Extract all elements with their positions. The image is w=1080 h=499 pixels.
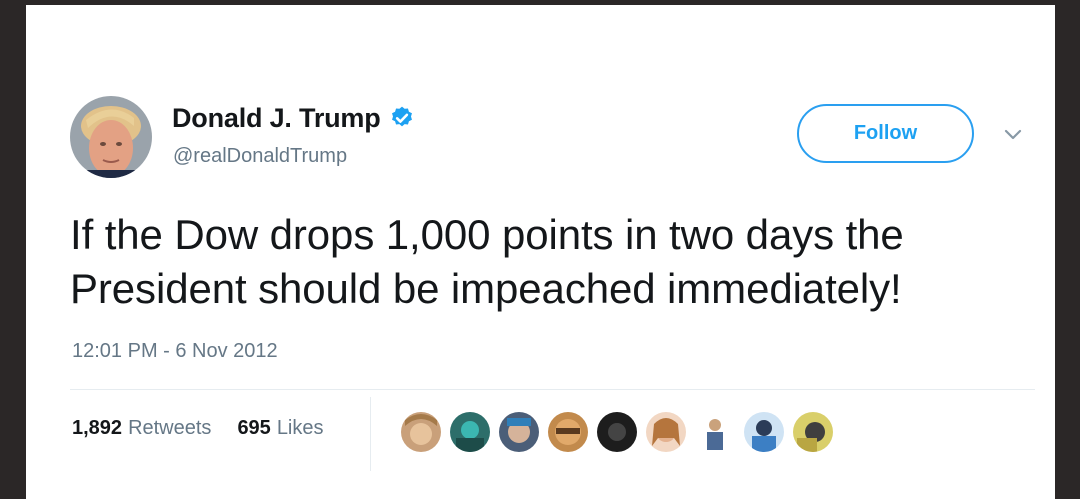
tweet-text-line: If the Dow drops 1,000 points in two day… (70, 211, 904, 258)
stats-divider (370, 397, 371, 471)
liker-avatars (400, 411, 841, 453)
author-name-row: Donald J. Trump (172, 101, 415, 135)
liker-avatar[interactable] (596, 411, 638, 453)
author-handle[interactable]: @realDonaldTrump (173, 145, 347, 168)
retweets-label[interactable]: Retweets (128, 417, 211, 440)
tweet-stats: 1,892 Retweets 695 Likes (72, 417, 324, 440)
tweet-card: Donald J. Trump @realDonaldTrump Follow … (26, 5, 1055, 499)
verified-badge-icon (391, 106, 412, 127)
tweet-text-line: President should be impeached immediatel… (70, 265, 902, 312)
likes-label[interactable]: Likes (277, 417, 324, 440)
liker-avatar[interactable] (792, 411, 834, 453)
likes-count[interactable]: 695 (237, 417, 270, 440)
liker-avatar[interactable] (498, 411, 540, 453)
liker-avatar[interactable] (645, 411, 687, 453)
author-avatar[interactable] (70, 96, 152, 178)
divider (70, 389, 1035, 390)
chevron-down-icon[interactable] (1003, 128, 1023, 142)
tweet-text: If the Dow drops 1,000 points in two day… (70, 208, 1050, 316)
liker-avatar[interactable] (400, 411, 442, 453)
follow-button[interactable]: Follow (797, 104, 974, 163)
liker-avatar[interactable] (449, 411, 491, 453)
tweet-timestamp[interactable]: 12:01 PM - 6 Nov 2012 (72, 340, 278, 363)
liker-avatar[interactable] (743, 411, 785, 453)
author-name[interactable]: Donald J. Trump (172, 103, 381, 134)
liker-avatar[interactable] (547, 411, 589, 453)
retweets-count[interactable]: 1,892 (72, 417, 122, 440)
liker-avatar[interactable] (694, 411, 736, 453)
